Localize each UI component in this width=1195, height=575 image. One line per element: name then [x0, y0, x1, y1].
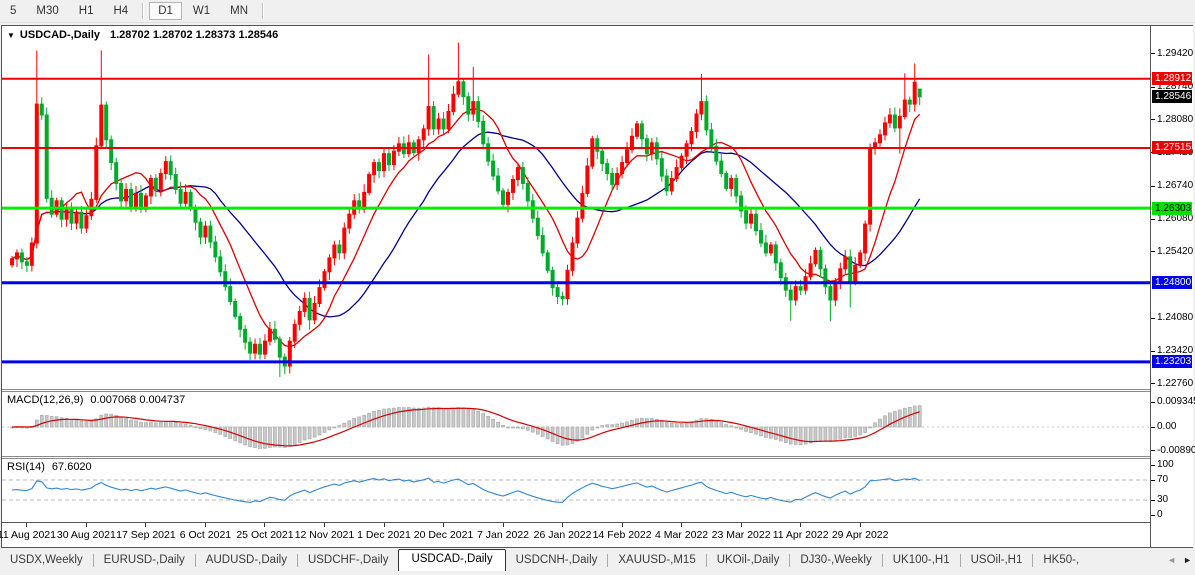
- axis-tick-mark: [1151, 426, 1155, 428]
- rsi-tick-label: 30: [1157, 494, 1169, 505]
- axis-tick-mark: [1151, 350, 1155, 352]
- chart-ohlc-quote: 1.28702 1.28702 1.28373 1.28546: [110, 29, 279, 41]
- date-tick-mark: [562, 523, 564, 527]
- price-tick-label: 1.29420: [1157, 47, 1194, 59]
- chart-tab-uk100-h1[interactable]: UK100-,H1: [883, 551, 960, 569]
- date-tick-mark: [621, 523, 623, 527]
- axis-tick-mark: [1151, 450, 1155, 452]
- timeframe-button-w1[interactable]: W1: [184, 2, 219, 20]
- price-badge-1.27515: 1.27515: [1152, 141, 1192, 155]
- chart-tabbar: USDX,Weekly EURUSD-,Daily AUDUSD-,Daily USD…: [0, 549, 1195, 571]
- chart-tab-usdx-weekly[interactable]: USDX,Weekly: [0, 551, 93, 569]
- price-pane[interactable]: [2, 26, 1150, 389]
- chart-tab-audusd-daily[interactable]: AUDUSD-,Daily: [196, 551, 297, 569]
- axis-tick-mark: [1151, 401, 1155, 403]
- date-tick-mark: [26, 523, 28, 527]
- rsi-value: 67.6020: [51, 461, 92, 473]
- date-label: 29 Apr 2022: [831, 529, 889, 541]
- chart-tab-hk50[interactable]: HK50-,: [1033, 551, 1089, 569]
- rsi-name: RSI(14): [7, 461, 45, 473]
- axis-tick-mark: [1151, 185, 1155, 187]
- axis-tick-mark: [1151, 317, 1155, 319]
- price-tick-label: 1.24080: [1157, 312, 1194, 324]
- tab-scroll-left-icon[interactable]: ◄: [1167, 555, 1176, 565]
- rsi-tick-label: 0: [1157, 509, 1163, 520]
- chart-tab-usdchf-daily[interactable]: USDCHF-,Daily: [298, 551, 399, 569]
- axis-tick-mark: [1151, 479, 1155, 481]
- rsi-pane[interactable]: [2, 459, 1150, 522]
- macd-values: 0.007068 0.004737: [90, 394, 186, 406]
- macd-histogram-layer: [10, 405, 922, 449]
- date-tick-mark: [859, 523, 861, 527]
- macd-tick-label: 0.009345: [1157, 396, 1195, 407]
- date-tick-mark: [740, 523, 742, 527]
- chart-tab-ukoil-daily[interactable]: UKOil-,Daily: [707, 551, 790, 569]
- rsi-line: [11, 477, 920, 503]
- chart-tab-usdcnh-daily[interactable]: USDCNH-,Daily: [506, 551, 608, 569]
- date-tick-mark: [800, 523, 802, 527]
- date-tick-mark: [145, 523, 147, 527]
- date-tick-mark: [502, 523, 504, 527]
- axis-tick-mark: [1151, 86, 1155, 88]
- axis-tick-mark: [1151, 251, 1155, 253]
- tab-scroll-right-icon[interactable]: ►: [1183, 555, 1192, 565]
- timeframe-button-m30[interactable]: M30: [27, 2, 67, 20]
- price-tick-label: 1.26080: [1157, 213, 1194, 225]
- chart-tab-eurusd-daily[interactable]: EURUSD-,Daily: [94, 551, 195, 569]
- timeframe-button-h4[interactable]: H4: [104, 2, 137, 20]
- candlesticks-layer: [10, 42, 922, 377]
- price-tick-label: 1.28080: [1157, 113, 1194, 125]
- rsi-tick-label: 70: [1157, 474, 1169, 485]
- price-badge-1.23203: 1.23203: [1152, 355, 1192, 369]
- axis-tick-mark: [1151, 499, 1155, 501]
- date-tick-mark: [323, 523, 325, 527]
- price-tick-label: 1.25420: [1157, 245, 1194, 257]
- chart-title: ▼ USDCAD-,Daily 1.28702 1.28702 1.28373 …: [7, 29, 278, 41]
- macd-tick-label: -0.008902: [1157, 444, 1195, 456]
- axis-tick-mark: [1151, 383, 1155, 385]
- axis-tick-mark: [1151, 218, 1155, 220]
- axis-tick-mark: [1151, 464, 1155, 466]
- date-tick-mark: [85, 523, 87, 527]
- date-tick-mark: [383, 523, 385, 527]
- chart-tab-dj30-weekly[interactable]: DJ30-,Weekly: [790, 551, 881, 569]
- price-badge-1.28546: 1.28546: [1152, 90, 1192, 104]
- axis-tick-mark: [1151, 53, 1155, 54]
- timeframe-button-5[interactable]: 5: [1, 2, 25, 20]
- price-badge-1.24800: 1.24800: [1152, 276, 1192, 290]
- price-tick-label: 1.22760: [1157, 377, 1194, 389]
- chart-tab-xauusd-m15[interactable]: XAUUSD-,M15: [608, 551, 705, 569]
- timeframe-button-mn[interactable]: MN: [221, 2, 257, 20]
- price-badge-1.26303: 1.26303: [1152, 201, 1192, 215]
- moving-averages-layer: [11, 107, 921, 348]
- date-axis[interactable]: 11 Aug 2021 30 Aug 2021 17 Sep 2021 6 Oct 2…: [0, 523, 1150, 547]
- date-tick-mark: [264, 523, 266, 527]
- axis-tick-mark: [1151, 119, 1155, 121]
- rsi-tick-label: 100: [1157, 459, 1174, 470]
- date-tick-mark: [204, 523, 206, 527]
- macd-indicator-label: MACD(12,26,9) 0.007068 0.004737: [7, 394, 185, 406]
- tab-scroll-arrows: ◄ ►: [1163, 549, 1192, 571]
- chart-symbol-label: USDCAD-,Daily: [19, 29, 100, 41]
- timeframe-toolbar: 5 M30 H1 H4 D1 W1 MN: [0, 0, 1195, 23]
- mt4-terminal: 5 M30 H1 H4 D1 W1 MN 11 Aug 2021 30 Aug 2021 17 …: [0, 0, 1195, 575]
- chart-window[interactable]: 11 Aug 2021 30 Aug 2021 17 Sep 2021 6 Oct 2…: [0, 25, 1195, 548]
- macd-tick-label: 0.00: [1157, 421, 1177, 432]
- price-axis[interactable]: 1.294201.287401.280801.274201.267401.260…: [1150, 26, 1195, 547]
- toolbar-separator: [142, 3, 145, 19]
- axis-tick-mark: [1151, 514, 1155, 516]
- price-badge-1.28912: 1.28912: [1152, 72, 1192, 86]
- timeframe-button-d1[interactable]: D1: [149, 2, 182, 20]
- date-tick-mark: [443, 523, 445, 527]
- chart-tab-usdcad-daily[interactable]: USDCAD-,Daily: [398, 549, 506, 571]
- macd-name: MACD(12,26,9): [7, 394, 84, 406]
- ma-slow-line: [11, 131, 921, 318]
- price-tick-label: 1.26740: [1157, 180, 1194, 192]
- toolbar-separator: [262, 3, 265, 19]
- chart-tab-usoil-h1[interactable]: USOil-,H1: [961, 551, 1033, 569]
- date-tick-mark: [681, 523, 683, 527]
- chart-dropdown-icon[interactable]: ▼: [7, 31, 15, 40]
- timeframe-button-h1[interactable]: H1: [70, 2, 103, 20]
- rsi-indicator-label: RSI(14) 67.6020: [7, 461, 92, 473]
